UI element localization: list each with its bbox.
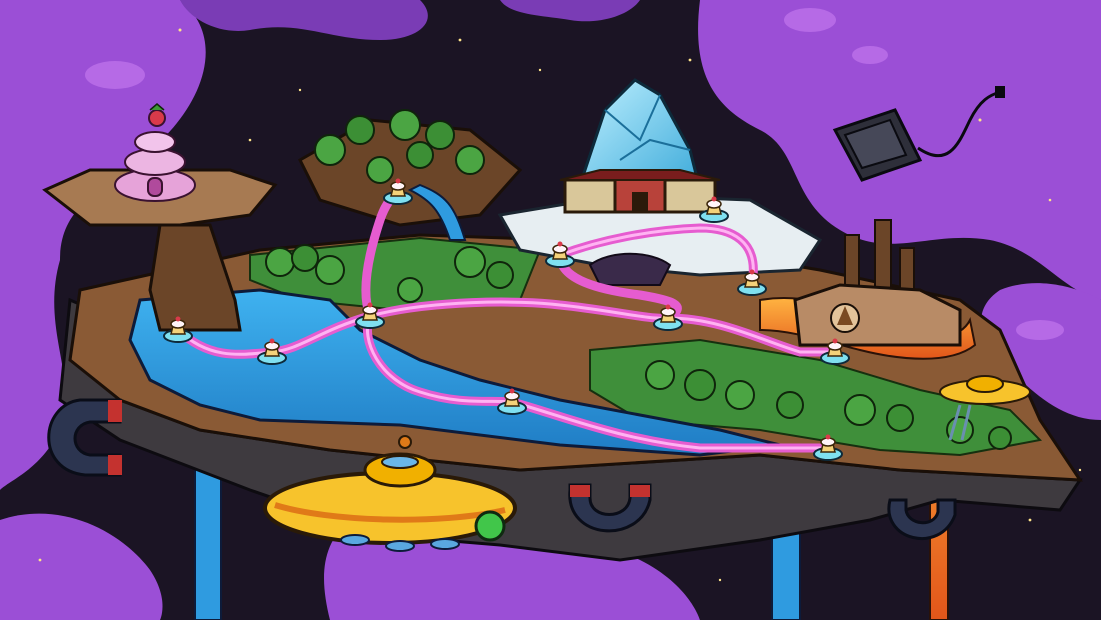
world-map [0,0,1101,620]
castle [559,169,721,214]
